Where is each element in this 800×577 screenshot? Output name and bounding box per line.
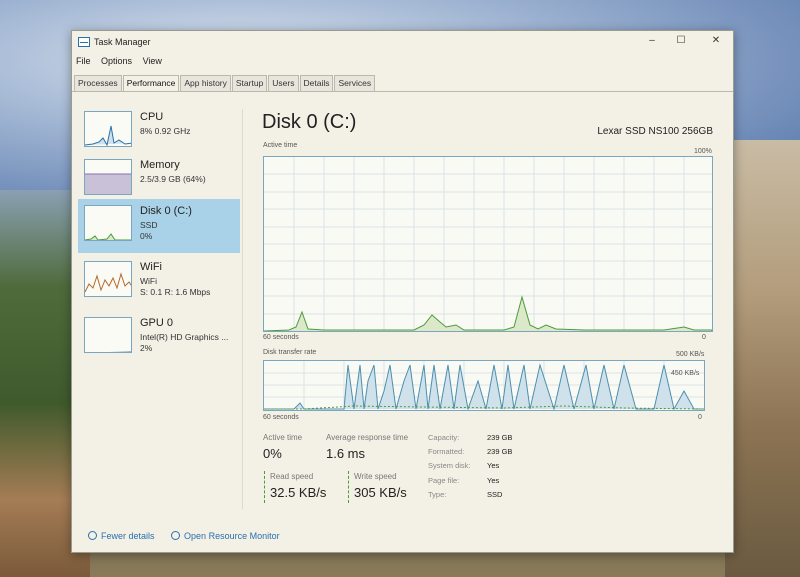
- task-manager-icon: [78, 37, 90, 47]
- tab-bar: Processes Performance App history Startu…: [74, 75, 376, 92]
- read-speed-value: 32.5 KB/s: [270, 485, 327, 500]
- write-speed-marker: [348, 471, 349, 503]
- read-speed-label: Read speed: [270, 472, 314, 481]
- tab-startup[interactable]: Startup: [231, 75, 268, 92]
- resource-sidebar: CPU 8% 0.92 GHz Memory 2.5/3.9 GB (64%) …: [78, 101, 240, 501]
- minimize-button[interactable]: –: [645, 35, 659, 47]
- sidebar-item-detail: WiFi: [140, 276, 157, 286]
- sidebar-item-wifi[interactable]: WiFi WiFi S: 0.1 R: 1.6 Mbps: [78, 255, 240, 309]
- window-title: Task Manager: [94, 37, 151, 47]
- disk-thumbnail-graph: [84, 205, 132, 241]
- tab-divider: [72, 91, 733, 92]
- tab-services[interactable]: Services: [334, 75, 376, 92]
- sidebar-item-detail: SSD: [140, 220, 158, 230]
- task-manager-window: Task Manager – ☐ ✕ File Options View Pro…: [71, 30, 734, 553]
- active-time-graph-max: 100%: [694, 148, 712, 155]
- active-time-graph: [263, 156, 713, 332]
- transfer-rate-graph-max: 500 KB/s: [676, 351, 705, 358]
- property-label: Formatted:: [428, 447, 465, 456]
- sidebar-item-label: GPU 0: [140, 317, 174, 329]
- footer: Fewer details Open Resource Monitor: [88, 531, 294, 541]
- avg-response-label: Average response time: [326, 433, 409, 442]
- gpu-thumbnail-graph: [84, 317, 132, 353]
- transfer-rate-graph-duration: 60 seconds: [263, 414, 299, 421]
- wifi-thumbnail-graph: [84, 261, 132, 297]
- property-label: Page file:: [428, 476, 460, 485]
- transfer-rate-graph-mid: 450 KB/s: [671, 370, 700, 377]
- active-time-graph-label: Active time: [263, 142, 298, 149]
- property-value: 239 GB: [487, 447, 513, 456]
- tab-performance[interactable]: Performance: [122, 75, 180, 92]
- tab-users[interactable]: Users: [268, 75, 299, 92]
- active-time-value: 0%: [263, 446, 282, 461]
- cpu-thumbnail-graph: [84, 111, 132, 147]
- transfer-rate-graph-label: Disk transfer rate: [263, 349, 317, 356]
- fewer-details-button[interactable]: Fewer details: [88, 531, 155, 541]
- tab-processes[interactable]: Processes: [74, 75, 122, 92]
- avg-response-value: 1.6 ms: [326, 446, 366, 461]
- sidebar-item-usage: 0%: [140, 231, 153, 241]
- property-label: System disk:: [428, 461, 471, 470]
- sidebar-item-detail: 8% 0.92 GHz: [140, 126, 191, 136]
- tab-details[interactable]: Details: [299, 75, 334, 92]
- property-value: 239 GB: [487, 433, 513, 442]
- sidebar-item-cpu[interactable]: CPU 8% 0.92 GHz: [78, 105, 240, 159]
- menu-options[interactable]: Options: [101, 56, 132, 66]
- active-time-label: Active time: [263, 433, 303, 442]
- sidebar-item-usage: 2%: [140, 343, 153, 353]
- sidebar-item-disk[interactable]: Disk 0 (C:) SSD 0%: [78, 199, 240, 253]
- property-value: Yes: [487, 461, 500, 470]
- read-speed-marker: [264, 471, 265, 503]
- property-label: Type:: [428, 490, 447, 499]
- close-button[interactable]: ✕: [709, 35, 723, 47]
- write-speed-value: 305 KB/s: [354, 485, 407, 500]
- property-value: SSD: [487, 490, 503, 499]
- property-value: Yes: [487, 476, 500, 485]
- menu-bar: File Options View: [72, 56, 166, 70]
- property-label: Capacity:: [428, 433, 460, 442]
- memory-thumbnail-graph: [84, 159, 132, 195]
- sidebar-item-detail: 2.5/3.9 GB (64%): [140, 174, 206, 184]
- sidebar-item-label: CPU: [140, 111, 164, 123]
- chevron-up-icon: [88, 531, 97, 540]
- transfer-rate-graph: [263, 360, 705, 411]
- device-name: Lexar SSD NS100 256GB: [597, 126, 713, 137]
- title-bar[interactable]: Task Manager – ☐ ✕: [72, 31, 733, 53]
- transfer-rate-graph-min: 0: [698, 414, 702, 421]
- write-speed-label: Write speed: [354, 472, 397, 481]
- panel-divider: [242, 109, 243, 509]
- sidebar-item-label: Disk 0 (C:): [140, 205, 192, 217]
- open-resource-monitor-link[interactable]: Open Resource Monitor: [171, 531, 280, 541]
- active-time-graph-min: 0: [702, 334, 706, 341]
- resource-monitor-icon: [171, 531, 181, 540]
- sidebar-item-label: WiFi: [140, 261, 162, 273]
- sidebar-item-label: Memory: [140, 159, 180, 171]
- tab-app-history[interactable]: App history: [180, 75, 231, 92]
- active-time-graph-duration: 60 seconds: [263, 334, 299, 341]
- sidebar-item-gpu[interactable]: GPU 0 Intel(R) HD Graphics ... 2%: [78, 311, 240, 365]
- page-title: Disk 0 (C:): [262, 111, 357, 133]
- desktop-wallpaper-building: [725, 140, 800, 577]
- maximize-button[interactable]: ☐: [674, 35, 688, 47]
- sidebar-item-detail: Intel(R) HD Graphics ...: [140, 332, 229, 342]
- menu-view[interactable]: View: [143, 56, 162, 66]
- menu-file[interactable]: File: [76, 56, 91, 66]
- sidebar-item-usage: S: 0.1 R: 1.6 Mbps: [140, 287, 211, 297]
